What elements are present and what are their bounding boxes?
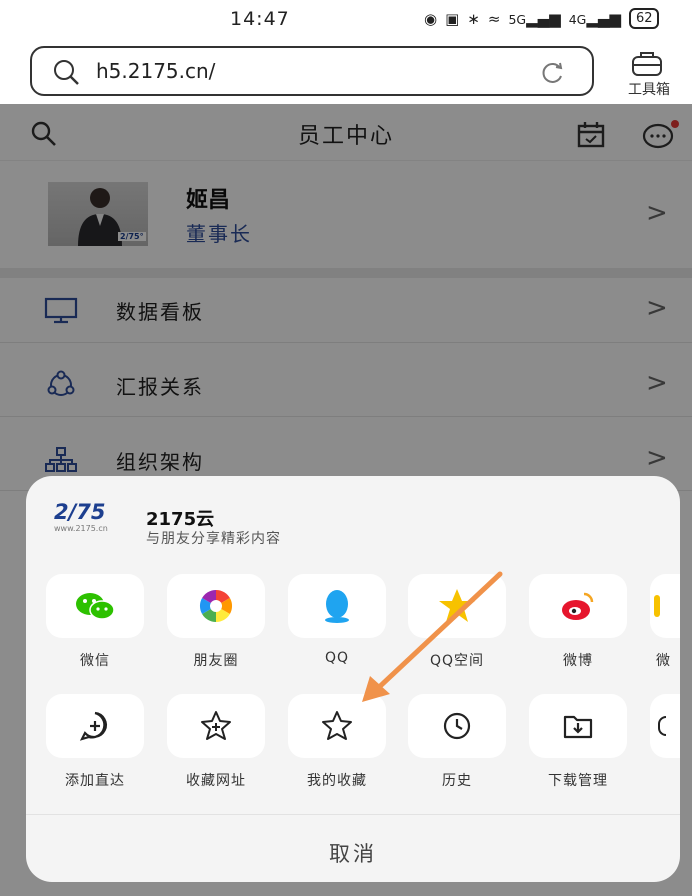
logo-subtext: www.2175.cn	[54, 524, 108, 533]
download-icon	[563, 715, 593, 739]
share-target-label: QQ空间	[429, 653, 485, 669]
url-text[interactable]: h5.2175.cn/	[96, 59, 215, 83]
action-label: 我的收藏	[307, 773, 367, 789]
signal-5g-icon: 5G▂▄▆	[508, 9, 561, 28]
action-label: 添加直达	[65, 773, 125, 789]
cancel-button[interactable]: 取消	[26, 838, 680, 868]
signal-4g-icon: 4G▂▄▆	[568, 9, 621, 28]
history-button[interactable]	[408, 694, 506, 758]
share-app-logo: 2/75 www.2175.cn	[54, 500, 128, 544]
search-icon	[54, 60, 79, 85]
wifi-icon: ≈	[487, 9, 501, 28]
nfc-icon: ▣	[445, 9, 460, 28]
share-wechat-button[interactable]	[46, 574, 144, 638]
wechat-icon	[76, 593, 115, 620]
qzone-icon	[439, 589, 475, 622]
battery-indicator: 62	[628, 8, 660, 29]
action-label: 下载管理	[548, 773, 608, 789]
share-qzone-button[interactable]	[408, 574, 506, 638]
logo-text: 2/75	[54, 500, 106, 524]
action-label: 收藏网址	[186, 773, 246, 789]
share-target-label: 微信	[80, 653, 110, 669]
action-label: 历史	[442, 773, 472, 789]
share-target-label: 微	[656, 653, 670, 669]
share-moments-button[interactable]	[167, 574, 265, 638]
weibo-icon	[562, 592, 594, 620]
status-time: 14:47	[230, 8, 290, 30]
sheet-divider	[26, 814, 680, 815]
moments-icon	[199, 589, 233, 623]
add-shortcut-icon	[79, 711, 107, 741]
download-manager-button[interactable]	[529, 694, 627, 758]
share-qq-button[interactable]	[288, 574, 386, 638]
share-target-label: QQ	[324, 650, 350, 666]
reload-icon[interactable]	[540, 60, 566, 86]
add-favorite-icon	[201, 711, 231, 740]
share-target-label: 朋友圈	[193, 653, 239, 669]
wechat-icon	[654, 595, 660, 617]
add-shortcut-button[interactable]	[46, 694, 144, 758]
history-icon	[443, 712, 471, 740]
qq-icon	[325, 590, 349, 623]
share-weibo-button[interactable]	[529, 574, 627, 638]
toolbox-icon[interactable]	[630, 50, 664, 78]
toolbox-label[interactable]: 工具箱	[616, 79, 682, 99]
share-subtitle: 与朋友分享精彩内容	[146, 531, 281, 547]
eye-icon: ◉	[424, 9, 438, 28]
bluetooth-icon: ∗	[467, 9, 480, 28]
my-favorites-button[interactable]	[288, 694, 386, 758]
more-icon	[658, 716, 666, 736]
share-more-button[interactable]	[650, 574, 680, 638]
share-target-label: 微博	[563, 653, 593, 669]
status-icons: ◉ ▣ ∗ ≈ 5G▂▄▆ 4G▂▄▆ 62	[424, 8, 660, 29]
favorites-icon	[322, 711, 352, 740]
more-actions-button[interactable]	[650, 694, 680, 758]
add-favorite-button[interactable]	[167, 694, 265, 758]
